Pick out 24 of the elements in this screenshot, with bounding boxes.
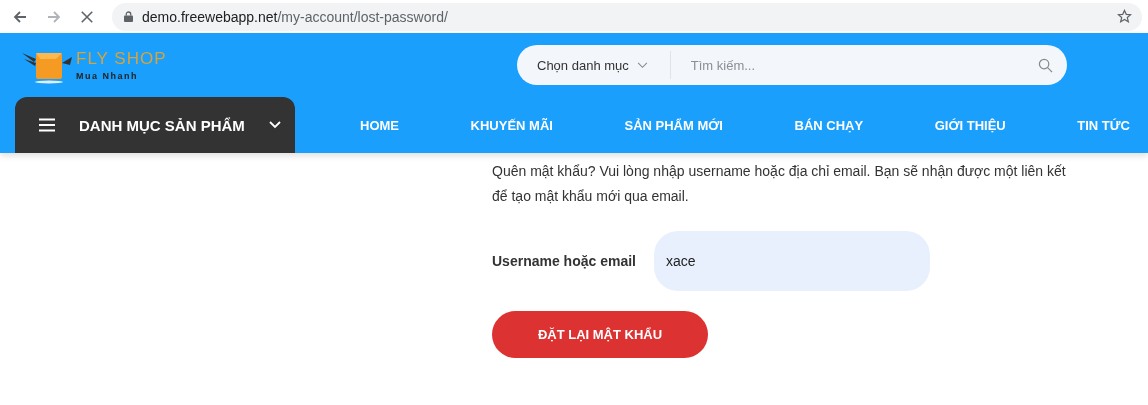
menu-icon [39, 118, 55, 132]
nav-link[interactable]: SẢN PHẨM MỚI [624, 117, 723, 133]
category-menu-button[interactable]: DANH MỤC SẢN PHẨM [15, 97, 295, 153]
address-bar[interactable]: demo.freewebapp.net/my-account/lost-password/ [112, 2, 1142, 31]
nav-link[interactable]: GIỚI THIỆU [934, 117, 1006, 133]
search-field[interactable]: Chọn danh mục Tìm kiếm... [517, 45, 1067, 85]
instruction-text: Quên mật khẩu? Vui lòng nhập username hoặc địa chỉ email. Bạn sẽ nhận được một liên kết để tạo mật khẩu mới qua email. [492, 162, 1067, 206]
nav-link[interactable]: HOME [360, 117, 399, 133]
field-label: Username hoặc email [492, 253, 636, 269]
logo-name: FLY SHOP [76, 49, 167, 69]
search-icon[interactable] [1038, 57, 1053, 73]
chevron-down-icon [636, 61, 648, 69]
logo-tagline: Mua Nhanh [76, 71, 139, 81]
reset-password-button[interactable]: ĐẶT LẠI MẬT KHẨU [492, 311, 708, 358]
close-icon[interactable] [80, 9, 94, 24]
star-icon[interactable] [1117, 9, 1132, 24]
username-field[interactable]: xace [653, 231, 930, 291]
category-dropdown[interactable]: Chọn danh mục [517, 51, 671, 79]
nav-link[interactable]: TIN TỨC [1077, 117, 1130, 133]
lock-icon [124, 11, 133, 22]
nav-link[interactable]: KHUYẾN MÃI [470, 117, 553, 133]
chevron-down-icon [269, 121, 281, 129]
back-icon[interactable] [12, 8, 28, 25]
nav-link[interactable]: BÁN CHẠY [794, 117, 864, 133]
